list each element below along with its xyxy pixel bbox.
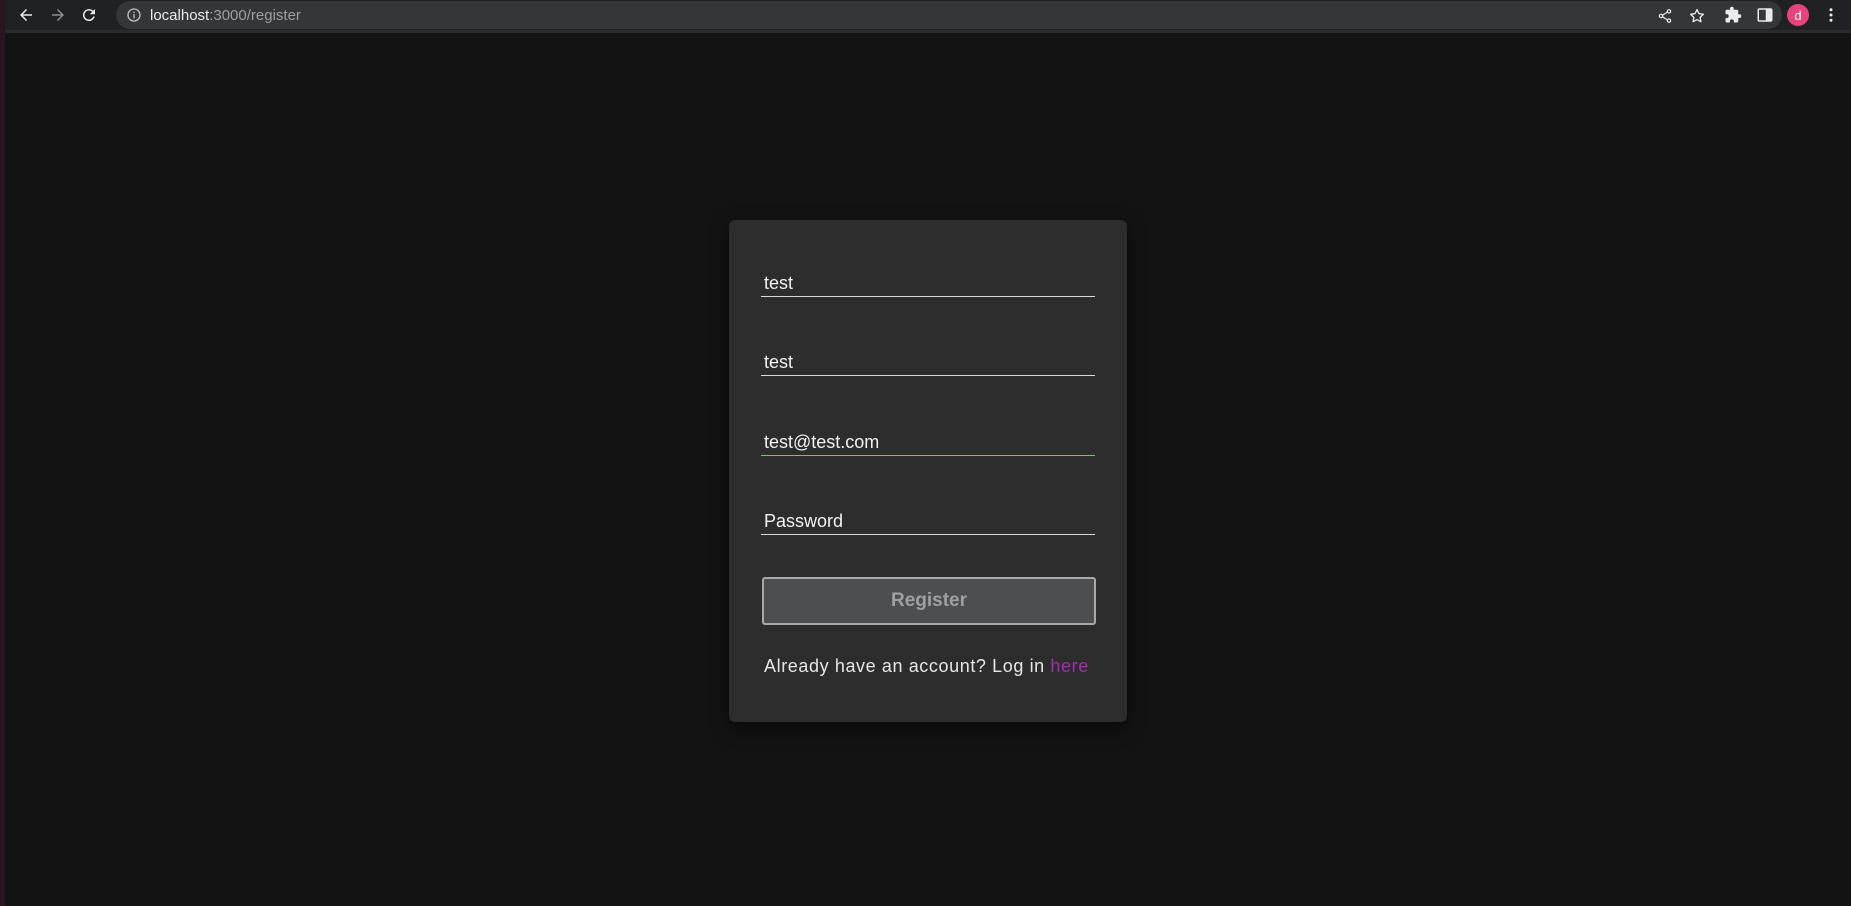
- email-field: [761, 421, 1098, 456]
- profile-avatar[interactable]: d: [1787, 4, 1809, 26]
- avatar-letter: d: [1794, 7, 1802, 23]
- email-input[interactable]: [761, 432, 1098, 453]
- register-button[interactable]: Register: [762, 577, 1096, 625]
- password-input[interactable]: [761, 511, 1098, 532]
- extensions-button[interactable]: [1721, 3, 1745, 27]
- more-menu-button[interactable]: [1819, 3, 1843, 27]
- forward-arrow-icon: [49, 6, 67, 24]
- register-card: Register Already have an account? Log in…: [729, 220, 1127, 722]
- site-info-icon[interactable]: [126, 7, 142, 28]
- login-link[interactable]: here: [1050, 656, 1088, 676]
- side-panel-icon: [1756, 6, 1774, 24]
- bookmark-star-icon[interactable]: [1686, 5, 1708, 27]
- last-name-input[interactable]: [761, 352, 1098, 373]
- back-arrow-icon: [17, 6, 35, 24]
- login-prompt: Already have an account? Log in here: [764, 656, 1089, 677]
- address-bar[interactable]: localhost:3000/register: [116, 1, 1782, 29]
- url-path: :3000/register: [209, 7, 301, 24]
- share-icon[interactable]: [1654, 5, 1676, 27]
- more-menu-icon: [1822, 6, 1840, 24]
- reload-button[interactable]: [77, 3, 101, 27]
- first-name-input[interactable]: [761, 273, 1098, 294]
- forward-button[interactable]: [46, 3, 70, 27]
- side-panel-button[interactable]: [1753, 3, 1777, 27]
- extensions-puzzle-icon: [1724, 6, 1742, 24]
- last-name-field: [761, 341, 1098, 376]
- url-host: localhost: [150, 7, 210, 24]
- password-field: [761, 500, 1098, 535]
- url-text: localhost:3000/register: [150, 7, 301, 24]
- browser-toolbar: localhost:3000/register d: [5, 0, 1851, 33]
- login-prompt-text: Already have an account? Log in: [764, 656, 1051, 676]
- first-name-field: [761, 262, 1098, 297]
- window-left-edge: [0, 0, 5, 906]
- reload-icon: [80, 6, 98, 24]
- back-button[interactable]: [14, 3, 38, 27]
